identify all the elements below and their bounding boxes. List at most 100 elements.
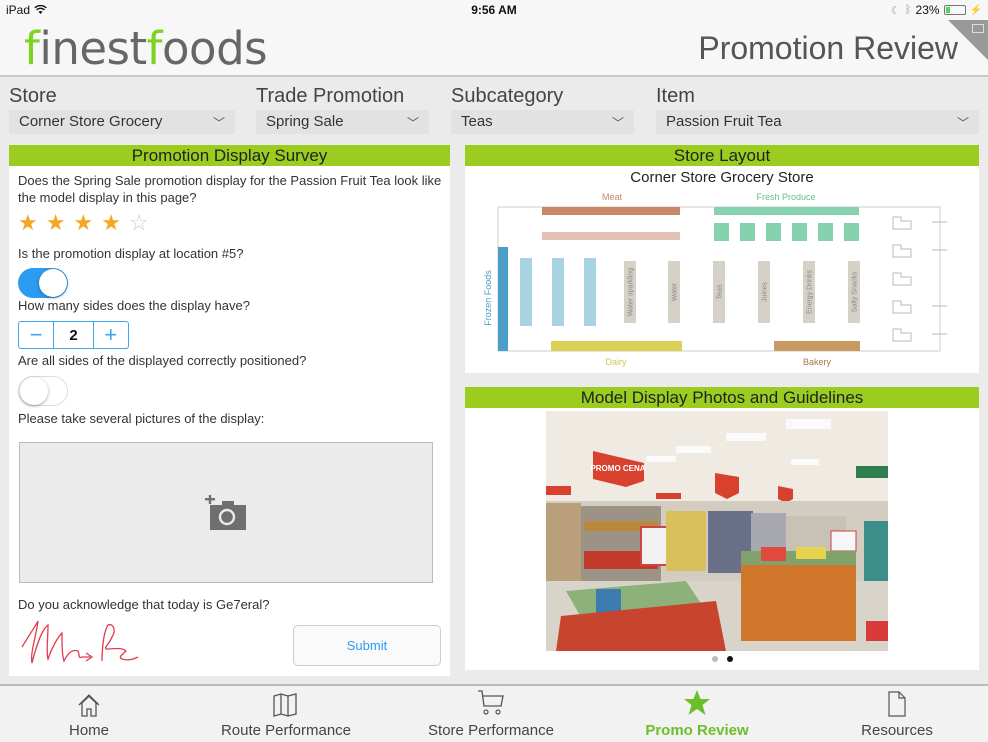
aisle-label: Energy Drinks [807,270,814,314]
store-label: Store [9,85,57,107]
sides-stepper: − 2 + [18,321,129,349]
section-label-meat: Meat [602,192,623,202]
trade-promotion-select[interactable]: Spring Sale ﹀ [256,110,429,134]
app-header: finestfoods Promotion Review [0,20,988,77]
location-toggle[interactable] [18,268,68,298]
bluetooth-icon: ᛒ [904,4,912,16]
question-acknowledge: Do you acknowledge that today is Ge7eral… [18,597,270,612]
star-empty-icon[interactable]: ☆ [129,210,149,236]
question-location: Is the promotion display at location #5? [18,246,244,261]
chevron-down-icon: ﹀ [611,116,624,130]
frozen-aisle[interactable] [552,258,564,326]
download-icon[interactable] [972,24,984,33]
chevron-down-icon: ﹀ [212,116,225,130]
toggle-knob [20,377,48,405]
frozen-aisle[interactable] [520,258,532,326]
bakery-counter[interactable] [774,341,860,351]
produce-bin[interactable] [766,223,781,241]
subcategory-value: Teas [461,113,493,130]
star-filled-icon[interactable]: ★ [18,210,38,236]
frozen-aisle[interactable] [584,258,596,326]
survey-card: Promotion Display Survey Does the Spring… [9,145,450,676]
page-dot[interactable] [726,656,733,662]
aisle[interactable]: Energy Drinks [803,261,815,323]
signature-pad[interactable] [18,617,158,669]
aisle-label: Water [672,282,679,301]
filter-bar: Store Corner Store Grocery ﹀ Trade Promot… [0,79,988,139]
aisle-label: Salty Snacks [852,271,859,312]
battery-percent: 23% [915,3,940,17]
meat-shelf[interactable] [542,232,680,240]
question-positioned: Are all sides of the displayed correctly… [18,353,307,368]
aisle[interactable]: Teas [713,261,725,323]
frozen-foods-case[interactable] [498,247,508,351]
map-icon [273,693,297,717]
tab-store-performance[interactable]: Store Performance [391,686,591,742]
item-select[interactable]: Passion Fruit Tea ﹀ [656,110,979,134]
trade-promotion-value: Spring Sale [266,113,344,130]
meat-counter[interactable] [542,207,680,215]
dairy-counter[interactable] [551,341,682,351]
positioned-toggle[interactable] [18,376,68,406]
star-filled-icon[interactable]: ★ [46,210,66,236]
photo-upload-area[interactable] [19,442,433,583]
item-value: Passion Fruit Tea [666,113,782,130]
star-rating[interactable]: ★ ★ ★ ★ ☆ [18,210,149,236]
tab-label: Store Performance [428,722,554,739]
produce-bin[interactable] [740,223,755,241]
tab-home[interactable]: Home [0,686,189,742]
star-icon [684,690,710,715]
tab-label: Home [68,722,109,739]
aisle[interactable]: Salty Snacks [848,261,860,323]
checkout-counter[interactable] [892,328,912,342]
checkout-counter[interactable] [892,216,912,230]
page-title: Promotion Review [698,30,958,66]
moon-icon: ☾ [891,4,901,17]
model-display-photo[interactable]: PROMO CENA [546,411,888,651]
chevron-down-icon: ﹀ [956,116,969,130]
trade-promotion-filter: Trade Promotion Spring Sale ﹀ [256,85,429,134]
star-filled-icon[interactable]: ★ [101,210,121,236]
produce-bin[interactable] [844,223,859,241]
submit-button[interactable]: Submit [293,625,441,666]
logo-text-1: inest [39,22,147,75]
subcategory-filter: Subcategory Teas ﹀ [451,85,634,134]
aisle[interactable]: Water [668,261,680,323]
checkout-counter[interactable] [892,272,912,286]
star-filled-icon[interactable]: ★ [73,210,93,236]
aisle[interactable]: Juices [758,261,770,323]
question-sides: How many sides does the display have? [18,298,250,313]
tab-label: Promo Review [645,722,749,739]
chevron-down-icon: ﹀ [406,116,419,130]
decrement-button[interactable]: − [19,322,53,348]
page-dot[interactable] [711,656,718,662]
aisle-label: Juices [762,282,769,302]
aisle[interactable]: Water sparkling [624,261,636,323]
store-name: Corner Store Grocery Store [630,169,814,186]
checkout-counter[interactable] [892,244,912,258]
toggle-knob [39,269,67,297]
store-map: Meat Fresh Produce Frozen Foods Water sp… [483,192,947,367]
survey-title: Promotion Display Survey [9,145,450,166]
sides-value[interactable]: 2 [53,322,94,348]
produce-counter[interactable] [714,207,859,215]
tab-promo-review[interactable]: Promo Review [597,686,797,742]
aisle-label: Teas [717,284,724,299]
produce-bin[interactable] [792,223,807,241]
store-value: Corner Store Grocery [19,113,163,130]
checkout-counter[interactable] [892,300,912,314]
charging-icon: ⚡ [969,4,982,16]
produce-bin[interactable] [714,223,729,241]
subcategory-select[interactable]: Teas ﹀ [451,110,634,134]
store-select[interactable]: Corner Store Grocery ﹀ [9,110,235,134]
produce-bin[interactable] [818,223,833,241]
trade-promotion-label: Trade Promotion [256,85,405,107]
increment-button[interactable]: + [94,322,128,348]
logo: finestfoods [24,22,268,75]
aisle-label: Water sparkling [628,268,635,316]
tab-route-performance[interactable]: Route Performance [186,686,386,742]
promo-sign-text: PROMO CENA [590,464,645,473]
tab-label: Route Performance [220,722,352,739]
document-icon [888,691,906,717]
tab-resources[interactable]: Resources [797,686,988,742]
